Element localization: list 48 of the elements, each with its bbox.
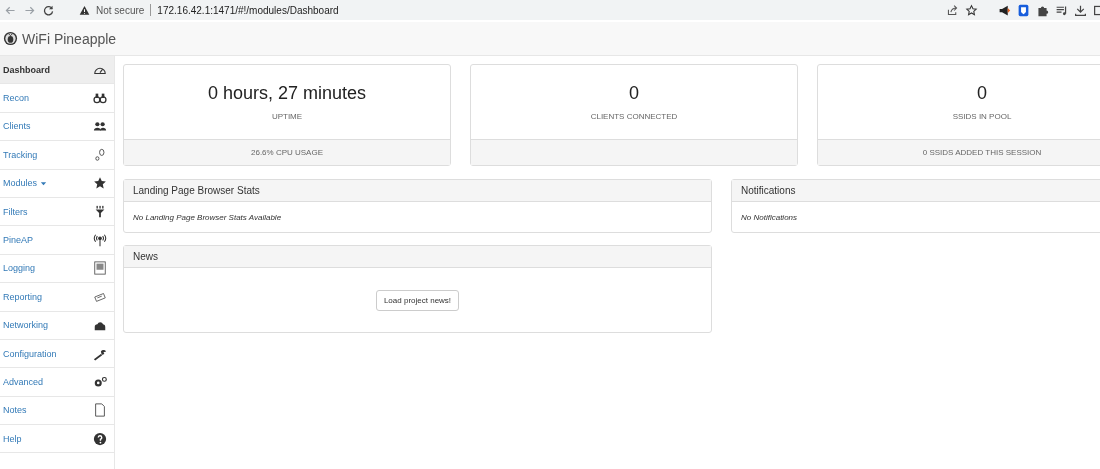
star-icon: [93, 176, 107, 191]
stat-label: UPTIME: [271, 112, 303, 121]
panel-title: Landing Page Browser Stats: [133, 185, 260, 196]
gears-icon: [93, 375, 107, 389]
stat-label: SSIDS IN POOL: [952, 112, 1012, 121]
card-footer: 0 SSIDS ADDED THIS SESSION: [818, 139, 1100, 165]
sidebar-item[interactable]: PineAP: [0, 226, 114, 255]
stat-value: 0: [629, 83, 639, 104]
empty-message: No Notifications: [741, 212, 798, 222]
sidebar-item[interactable]: Modules: [0, 169, 114, 198]
stat-value: 0: [977, 83, 987, 104]
url-text: 172.16.42.1:1471/#!/modules/Dashboard: [157, 4, 339, 16]
panel-title: News: [133, 251, 158, 262]
shield-icon[interactable]: [1017, 3, 1030, 17]
playlist-icon[interactable]: [1055, 3, 1068, 17]
antenna-icon: [93, 233, 107, 248]
download-icon[interactable]: [1074, 3, 1087, 17]
sidebar-item[interactable]: Logging: [0, 254, 114, 284]
sidebar-item[interactable]: Reporting: [0, 283, 114, 312]
document-icon: [93, 261, 107, 276]
sidebar-item[interactable]: Filters: [0, 197, 114, 227]
page-icon: [93, 403, 107, 418]
help-icon: [93, 431, 107, 446]
share-icon[interactable]: [946, 3, 959, 17]
sidebar-item[interactable]: Recon: [0, 84, 114, 113]
megaphone-icon[interactable]: [998, 3, 1011, 17]
stat-value: 0 hours, 27 minutes: [207, 83, 367, 104]
sidebar-item[interactable]: Configuration: [0, 339, 114, 369]
binoculars-icon: [93, 91, 107, 106]
sidebar-item[interactable]: Clients: [0, 112, 114, 142]
sidebar-item[interactable]: Tracking: [0, 141, 114, 170]
star-icon[interactable]: [965, 3, 978, 17]
load-news-button[interactable]: Load project news!: [375, 289, 460, 311]
logo-icon: [3, 31, 18, 46]
sidebar-item[interactable]: Help: [0, 425, 114, 454]
reload-icon[interactable]: [42, 3, 55, 17]
sidebar-item[interactable]: Dashboard: [0, 56, 114, 85]
sidebar-item[interactable]: Networking: [0, 311, 114, 340]
card-footer: 26.6% CPU USAGE: [124, 139, 450, 165]
filter-icon: [93, 204, 107, 219]
sidebar-item[interactable]: Advanced: [0, 368, 114, 397]
empty-message: No Landing Page Browser Stats Available: [133, 212, 282, 222]
warning-icon: [79, 4, 90, 16]
brand-title[interactable]: WiFi Pineapple: [22, 30, 117, 47]
stat-label: CLIENTS CONNECTED: [590, 112, 678, 121]
panel-title: Notifications: [741, 185, 796, 196]
sidebar-item[interactable]: Notes: [0, 396, 114, 426]
security-label: Not secure: [96, 4, 145, 16]
